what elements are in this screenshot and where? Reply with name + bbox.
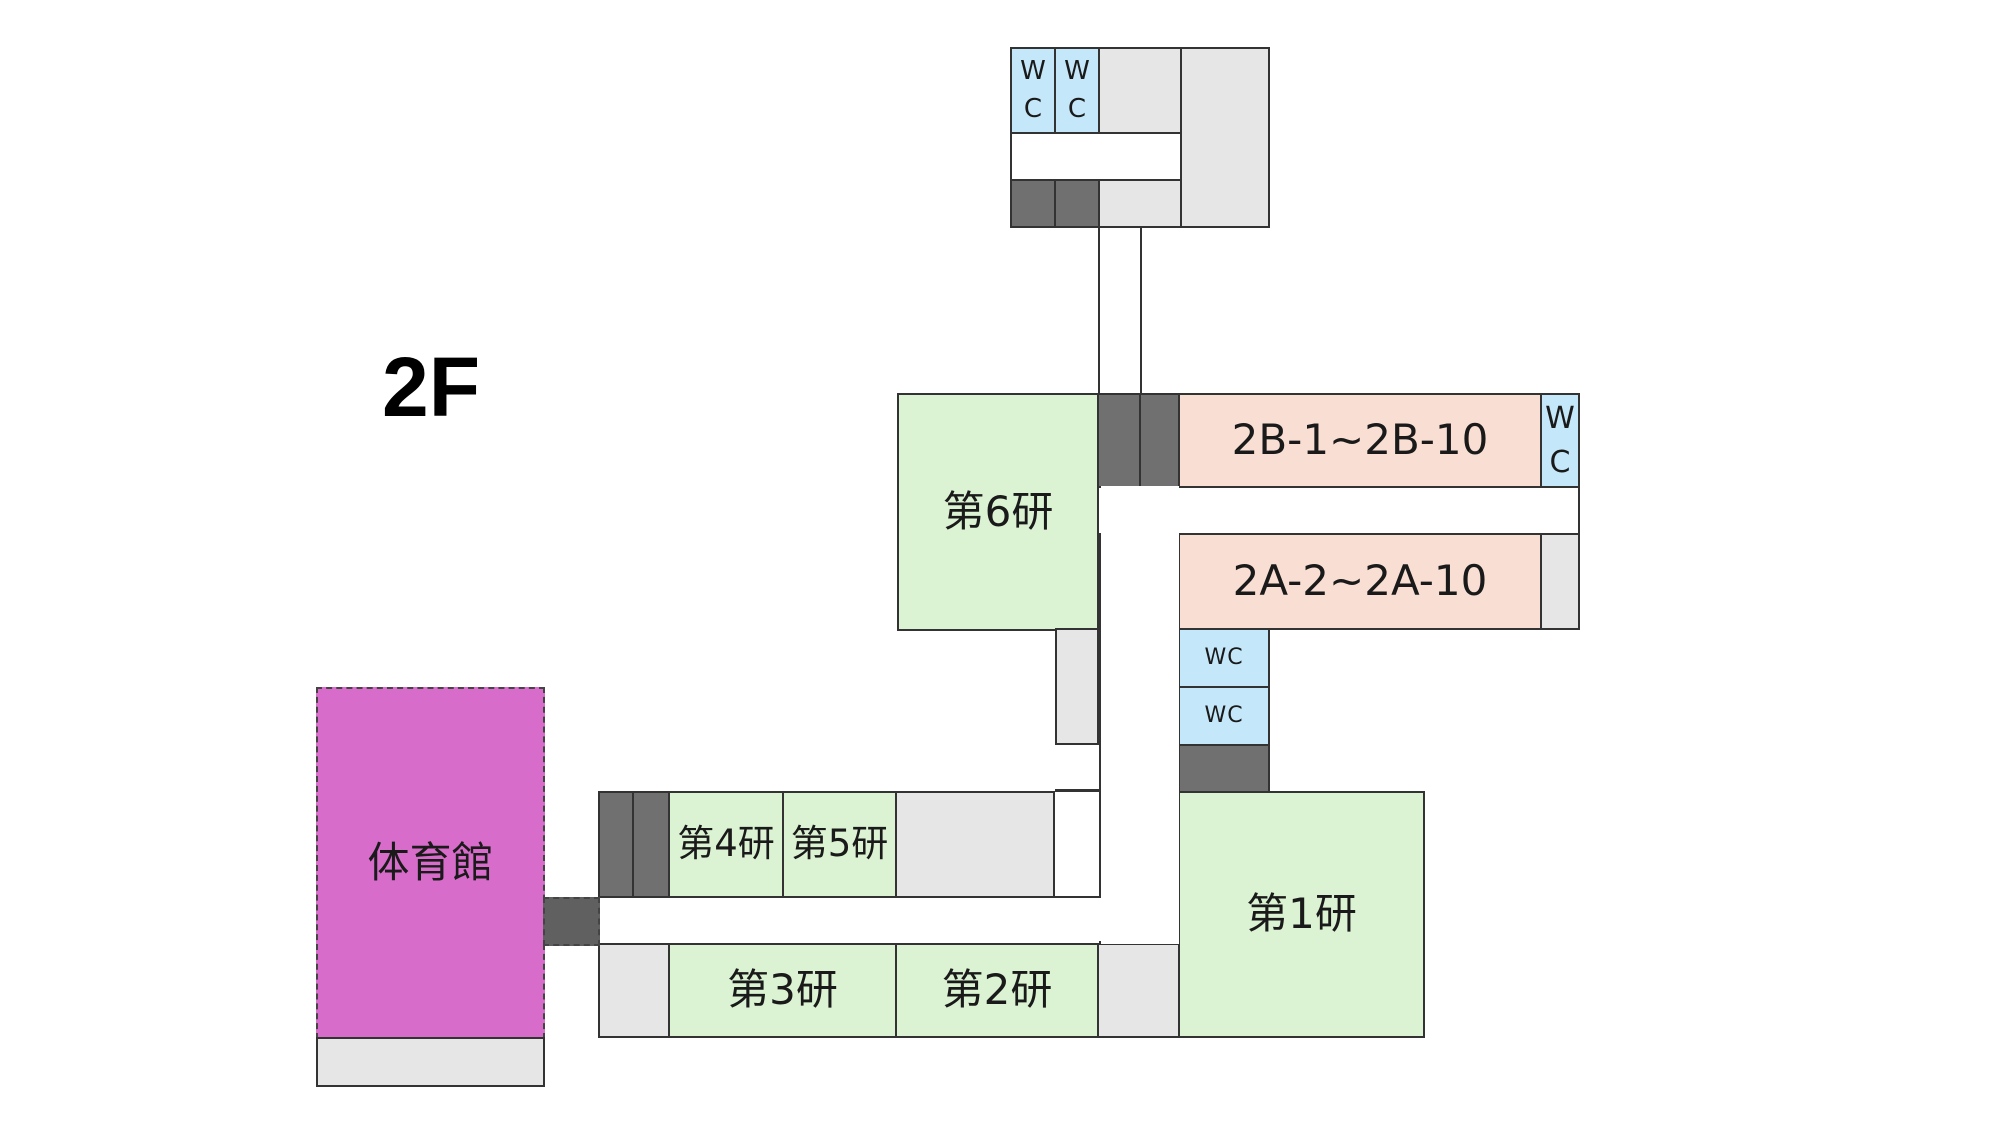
- stairs-mid-1[interactable]: [1097, 393, 1141, 488]
- wc-column-1[interactable]: WC: [1178, 628, 1270, 688]
- stairs-lower-2[interactable]: [632, 791, 670, 898]
- storage-mid-right[interactable]: [1540, 533, 1580, 630]
- storage-lower-left[interactable]: [598, 943, 670, 1038]
- lab-3[interactable]: 第3研: [668, 943, 897, 1038]
- storage-top-right[interactable]: [1180, 47, 1270, 228]
- lab-2[interactable]: 第2研: [895, 943, 1099, 1038]
- stairs-top-1[interactable]: [1010, 179, 1056, 228]
- storage-lower-top[interactable]: [895, 791, 1055, 898]
- floor-label: 2F: [382, 340, 481, 434]
- hallway-top: [1010, 132, 1182, 181]
- corridor-vertical: [1099, 486, 1179, 944]
- corridor-lower-edge: [1055, 789, 1101, 792]
- stairs-lower-1[interactable]: [598, 791, 634, 898]
- wc-top-2[interactable]: W C: [1054, 47, 1100, 134]
- stairs-mid-2[interactable]: [1139, 393, 1180, 488]
- bridge-corridor: [1098, 226, 1142, 396]
- storage-lab6-lower[interactable]: [1055, 628, 1099, 745]
- storage-lower-right[interactable]: [1097, 943, 1180, 1038]
- gym-connector[interactable]: [543, 897, 600, 946]
- storage-gym[interactable]: [316, 1037, 545, 1087]
- lab-1[interactable]: 第1研: [1178, 791, 1425, 1038]
- gymnasium[interactable]: 体育館: [316, 687, 545, 1039]
- lab-4[interactable]: 第4研: [668, 791, 784, 898]
- wc-column-2[interactable]: WC: [1178, 686, 1270, 746]
- classroom-2b[interactable]: 2B-1~2B-10: [1178, 393, 1542, 488]
- corridor-vertical-join: [1099, 488, 1180, 533]
- corridor-lower-join: [1056, 898, 1176, 941]
- storage-top-1[interactable]: [1098, 47, 1182, 134]
- stairs-top-2[interactable]: [1054, 179, 1100, 228]
- lab-5[interactable]: 第5研: [782, 791, 897, 898]
- classroom-2a[interactable]: 2A-2~2A-10: [1178, 533, 1542, 630]
- wc-mid-right[interactable]: W C: [1540, 393, 1580, 488]
- wc-top-1[interactable]: W C: [1010, 47, 1056, 134]
- storage-top-2[interactable]: [1098, 179, 1182, 228]
- stairs-column[interactable]: [1178, 744, 1270, 794]
- lab-6[interactable]: 第6研: [897, 393, 1099, 631]
